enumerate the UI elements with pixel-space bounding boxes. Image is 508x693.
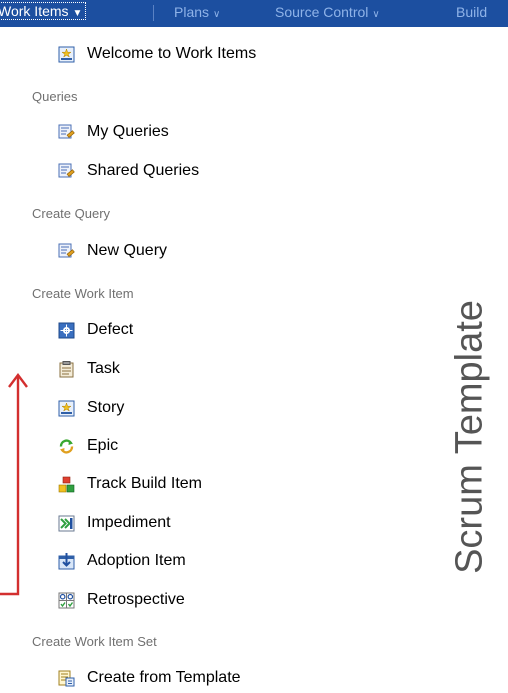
story-icon: [58, 400, 75, 417]
tab-work-items[interactable]: Work Items ▼: [0, 2, 87, 20]
section-heading-queries: Queries: [32, 89, 78, 104]
template-icon: [58, 670, 75, 687]
defect-icon: [58, 322, 75, 339]
menu-item-retrospective-label: Retrospective: [87, 591, 185, 608]
red-bracket-arrow-icon: [0, 373, 28, 596]
menu-item-defect-label: Defect: [87, 321, 134, 338]
tab-build[interactable]: Build: [456, 4, 487, 20]
track-build-icon: [58, 476, 75, 493]
section-heading-create-work-item: Create Work Item: [32, 286, 134, 301]
menu-item-track-build-item[interactable]: Track Build Item: [58, 472, 202, 496]
tab-plans-label: Plans: [174, 4, 210, 20]
menu-item-new-query[interactable]: New Query: [58, 239, 167, 263]
query-icon: [58, 243, 75, 260]
query-icon: [58, 163, 75, 180]
menu-item-shared-queries[interactable]: Shared Queries: [58, 159, 199, 183]
menu-item-story-label: Story: [87, 399, 125, 416]
menu-item-welcome-label: Welcome to Work Items: [87, 45, 257, 62]
tab-source-control-label: Source Control: [275, 4, 369, 20]
chevron-down-icon: ∨: [372, 9, 380, 20]
adoption-icon: [58, 552, 75, 570]
task-icon: [58, 360, 75, 378]
chevron-down-icon: ∨: [213, 9, 221, 20]
menu-item-task-label: Task: [87, 360, 120, 377]
menu-item-welcome[interactable]: Welcome to Work Items: [58, 42, 256, 66]
menu-item-new-query-label: New Query: [87, 242, 168, 259]
epic-icon: [58, 438, 75, 455]
menu-item-my-queries-label: My Queries: [87, 123, 169, 140]
section-heading-create-work-item-set: Create Work Item Set: [32, 634, 157, 649]
scrum-template-annotation: Scrum Template: [448, 300, 491, 574]
tab-source-control[interactable]: Source Control ∨: [275, 4, 380, 20]
menu-item-adoption-item-label: Adoption Item: [87, 552, 186, 569]
menu-item-create-from-template[interactable]: Create from Template: [58, 666, 241, 690]
nav-separator: [153, 5, 154, 21]
welcome-icon: [58, 46, 75, 63]
menu-item-story[interactable]: Story: [58, 396, 124, 420]
menu-item-impediment[interactable]: Impediment: [58, 511, 171, 535]
menu-item-impediment-label: Impediment: [87, 514, 171, 531]
tab-build-label: Build: [456, 4, 488, 20]
menu-item-my-queries[interactable]: My Queries: [58, 120, 169, 144]
menu-item-shared-queries-label: Shared Queries: [87, 162, 200, 179]
tab-work-items-label: Work Items: [0, 3, 69, 19]
query-icon: [58, 124, 75, 141]
retrospective-icon: [58, 592, 75, 609]
menu-item-retrospective[interactable]: Retrospective: [58, 588, 185, 612]
menu-item-adoption-item[interactable]: Adoption Item: [58, 549, 186, 573]
chevron-down-icon: ▼: [72, 8, 83, 19]
menu-item-create-from-template-label: Create from Template: [87, 669, 241, 686]
menu-item-task[interactable]: Task: [58, 357, 120, 381]
menu-item-track-build-item-label: Track Build Item: [87, 475, 202, 492]
impediment-icon: [58, 515, 75, 532]
tab-plans[interactable]: Plans ∨: [174, 4, 220, 20]
top-nav-bar: Work Items ▼ Plans ∨ Source Control ∨ Build: [0, 0, 508, 27]
section-heading-create-query: Create Query: [32, 206, 111, 221]
menu-item-epic-label: Epic: [87, 437, 119, 454]
menu-item-defect[interactable]: Defect: [58, 318, 133, 342]
menu-item-epic[interactable]: Epic: [58, 434, 118, 458]
